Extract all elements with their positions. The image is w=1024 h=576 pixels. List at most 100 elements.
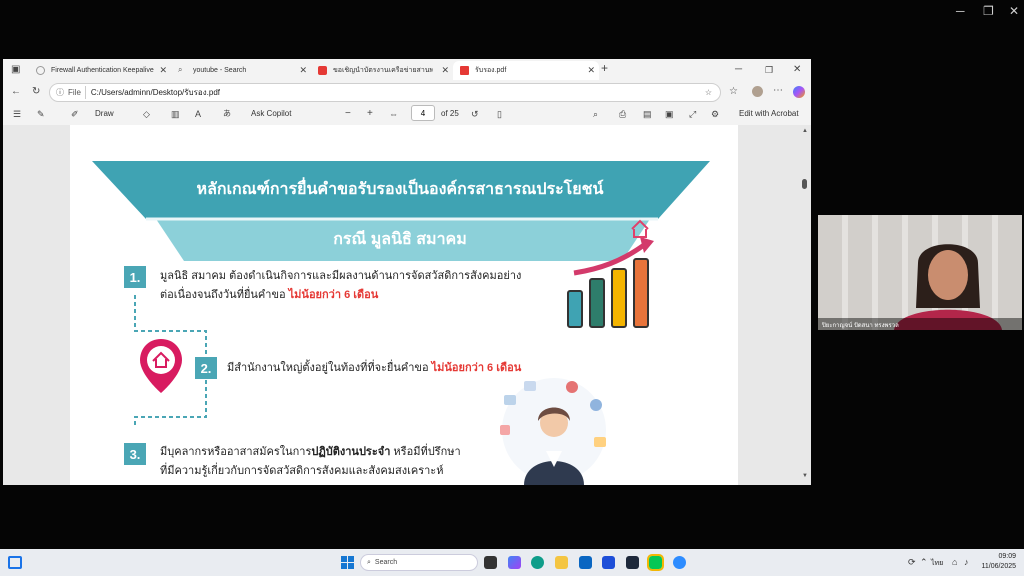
address-bar[interactable]: ⓘ File C:/Users/adminn/Desktop/รับรอง.pd…	[49, 83, 721, 102]
more-icon[interactable]: ⋯	[773, 86, 783, 96]
page-view-icon[interactable]: ▯	[497, 109, 502, 119]
page-total: of 25	[441, 109, 459, 118]
globe-icon	[36, 66, 45, 75]
search-placeholder: Search	[374, 559, 398, 566]
tab-firewall[interactable]: Firewall Authentication Keepalive ✕	[29, 61, 171, 80]
scrollbar-thumb[interactable]	[802, 179, 807, 189]
rotate-icon[interactable]: ↺	[471, 109, 479, 119]
widgets-icon[interactable]	[8, 556, 22, 569]
fit-page-icon[interactable]: ⇔	[389, 109, 398, 119]
info-icon: ⓘ	[56, 88, 64, 97]
translate-icon[interactable]: あ	[223, 109, 231, 119]
line-icon[interactable]	[647, 554, 664, 571]
outlook-icon[interactable]	[579, 556, 592, 569]
refresh-icon[interactable]: ↻	[32, 87, 40, 97]
step-1-line1: มูลนิธิ สมาคม ต้องดำเนินกิจการและมีผลงาน…	[160, 270, 522, 282]
zoom-out-icon[interactable]: −	[345, 109, 351, 119]
clock[interactable]: 09:09 11/06/2025	[978, 552, 1016, 572]
minimize-icon[interactable]: ─	[735, 65, 742, 75]
tab-title: ขอเชิญนำบัตรงานเครือข่ายสานพลังธรรม	[333, 67, 433, 74]
close-tab-icon[interactable]: ✕	[159, 65, 167, 76]
participant-video[interactable]: ปิยะกาญจน์ ปัดสนา ทรงพรวล	[818, 215, 1022, 330]
scrollbar[interactable]: ▲ ▼	[800, 127, 808, 483]
highlight-icon[interactable]: ✎	[37, 109, 45, 119]
step-number-2: 2.	[195, 357, 217, 379]
tab-title: รับรอง.pdf	[475, 67, 507, 74]
copilot-icon[interactable]	[793, 86, 805, 98]
taskbar-search[interactable]: ⌕ Search	[360, 554, 478, 571]
language-indicator[interactable]: ไทย	[931, 558, 943, 569]
close-icon[interactable]: ✕	[1009, 4, 1019, 18]
tab-title: youtube - Search	[193, 67, 247, 74]
favorite-star-icon[interactable]: ☆	[705, 88, 712, 97]
youtube-icon	[318, 66, 327, 75]
minimize-icon[interactable]: ─	[956, 4, 965, 18]
fullscreen-icon[interactable]: ⤢	[689, 109, 696, 119]
search-icon[interactable]: ⌕	[593, 109, 598, 119]
edge-icon[interactable]	[531, 556, 544, 569]
network-icon[interactable]: ⌂	[952, 557, 957, 567]
save-icon[interactable]: ▤	[643, 109, 652, 119]
print-icon[interactable]: ⎙	[619, 109, 626, 119]
pdf-page: หลักเกณฑ์การยื่นคำขอรับรองเป็นองค์กรสาธา…	[70, 125, 738, 485]
restore-icon[interactable]: ❐	[983, 4, 994, 18]
clock-time: 09:09	[998, 553, 1016, 560]
close-icon[interactable]: ✕	[793, 65, 801, 75]
close-tab-icon[interactable]: ✕	[441, 65, 449, 76]
erase-icon[interactable]: ◇	[143, 109, 150, 119]
terminal-icon[interactable]	[626, 556, 639, 569]
step-number-1: 1.	[124, 266, 146, 288]
file-label: File	[68, 88, 81, 97]
start-icon[interactable]	[341, 556, 354, 569]
taskbar: ⌕ Search ⟳ ⌃ ไทย ⌂ ♪ 09:09 11/06/2025	[0, 549, 1024, 576]
pdf-viewer[interactable]: หลักเกณฑ์การยื่นคำขอรับรองเป็นองค์กรสาธา…	[3, 125, 811, 485]
search-icon: ⌕	[178, 65, 183, 74]
tab-youtube-video[interactable]: ขอเชิญนำบัตรงานเครือข่ายสานพลังธรรม ✕	[311, 61, 453, 80]
new-tab-icon[interactable]: +	[601, 62, 608, 74]
restore-icon[interactable]: ❐	[765, 65, 773, 75]
clock-date: 11/06/2025	[981, 563, 1016, 570]
zoom-in-icon[interactable]: +	[367, 109, 373, 119]
tab-pdf[interactable]: รับรอง.pdf ✕	[453, 61, 599, 80]
step-2-line1: มีสำนักงานใหญ่ตั้งอยู่ในท้องที่ที่จะยื่น…	[227, 362, 429, 374]
step-3-post: หรือมีที่ปรึกษา	[390, 446, 461, 458]
tab-youtube-search[interactable]: ⌕ youtube - Search ✕	[171, 61, 311, 80]
scroll-down-icon[interactable]: ▼	[802, 473, 808, 479]
read-aloud-icon[interactable]: A	[195, 109, 201, 119]
tray-sync-icon[interactable]: ⟳	[908, 557, 916, 568]
settings-gear-icon[interactable]: ⚙	[711, 109, 719, 119]
close-tab-icon[interactable]: ✕	[299, 65, 307, 76]
step-3-pre: มีบุคลากรหรืออาสาสมัครในการ	[160, 446, 312, 458]
ask-copilot-button[interactable]: Ask Copilot	[251, 109, 291, 118]
task-view-icon[interactable]	[484, 556, 497, 569]
back-icon[interactable]: ←	[11, 87, 21, 97]
businesswoman-illustration	[500, 378, 606, 485]
tab-actions-icon[interactable]: ▣	[11, 65, 20, 75]
close-tab-icon[interactable]: ✕	[587, 65, 595, 76]
url-text: C:/Users/adminn/Desktop/รับรอง.pdf	[84, 86, 220, 99]
favorites-icon[interactable]: ☆	[729, 87, 738, 97]
tray-chevron-icon[interactable]: ⌃	[920, 557, 928, 568]
step-2-highlight: ไม่น้อยกว่า 6 เดือน	[431, 362, 522, 374]
file-explorer-icon[interactable]	[555, 556, 568, 569]
text-box-icon[interactable]: ▥	[171, 109, 180, 119]
step-1-highlight: ไม่น้อยกว่า 6 เดือน	[288, 289, 379, 301]
profile-avatar[interactable]	[752, 86, 763, 97]
copilot-icon[interactable]	[508, 556, 521, 569]
step-1-text: มูลนิธิ สมาคม ต้องดำเนินกิจการและมีผลงาน…	[160, 267, 560, 305]
step-1-line2: ต่อเนื่องจนถึงวันที่ยื่นคำขอ	[160, 289, 286, 301]
scroll-up-icon[interactable]: ▲	[802, 128, 808, 134]
participant-figure	[894, 244, 1002, 330]
draw-button[interactable]: Draw	[95, 109, 114, 118]
browser-window: ▣ Firewall Authentication Keepalive ✕ ⌕ …	[3, 59, 811, 485]
save-as-icon[interactable]: ▣	[665, 109, 674, 119]
contents-icon[interactable]: ☰	[13, 109, 21, 119]
home-location-pin-icon	[140, 339, 182, 393]
zoom-icon[interactable]	[673, 556, 686, 569]
growth-chart-illustration	[567, 219, 654, 328]
edit-with-acrobat-button[interactable]: Edit with Acrobat	[739, 109, 799, 118]
volume-icon[interactable]: ♪	[964, 557, 969, 567]
draw-icon[interactable]: ✐	[71, 109, 79, 119]
store-icon[interactable]	[602, 556, 615, 569]
page-number-input[interactable]: 4	[411, 105, 435, 121]
